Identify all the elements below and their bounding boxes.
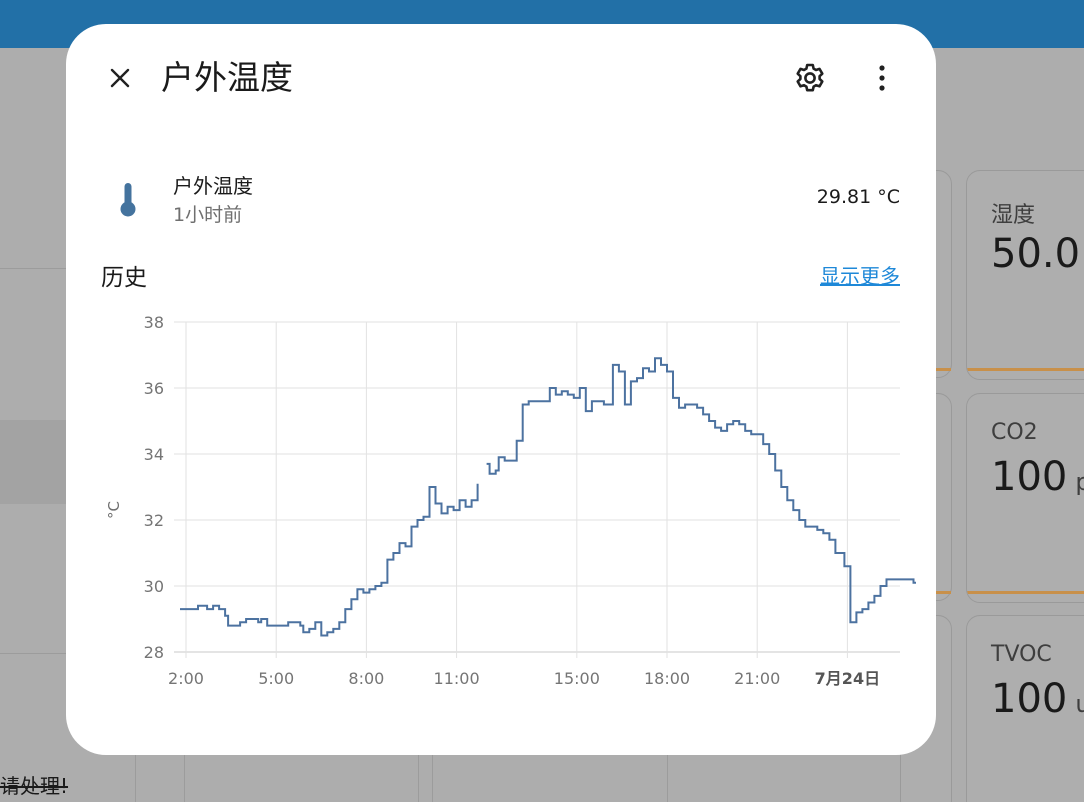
y-tick-label: 32 bbox=[144, 511, 164, 530]
struck-text: 请处理! bbox=[0, 774, 69, 798]
y-tick-label: 36 bbox=[144, 379, 164, 398]
x-tick-label: 8:00 bbox=[348, 669, 384, 688]
close-icon bbox=[110, 68, 130, 88]
background-divider bbox=[418, 755, 419, 802]
x-tick-label: 21:00 bbox=[734, 669, 780, 688]
settings-button[interactable] bbox=[786, 54, 834, 102]
sensor-card-tvoc[interactable]: TVOC 100u bbox=[966, 615, 1084, 802]
entity-row[interactable]: 户外温度 1小时前 29.81 °C bbox=[96, 164, 900, 230]
sensor-card-unit: u bbox=[1075, 690, 1084, 718]
entity-state: 29.81 °C bbox=[816, 186, 900, 208]
x-tick-label: 7月24日 bbox=[815, 669, 880, 688]
more-vertical-icon bbox=[879, 65, 885, 91]
sensor-card-unit: p bbox=[1075, 468, 1084, 496]
y-axis-label: °C bbox=[105, 501, 123, 519]
y-axis-ticks: 38 36 34 32 30 28 bbox=[144, 313, 164, 662]
y-tick-label: 30 bbox=[144, 577, 164, 596]
dialog-title: 户外温度 bbox=[161, 58, 293, 97]
more-info-dialog: 户外温度 户外温度 1小时前 29.81 °C 历史 显示更多 38 36 34 32… bbox=[66, 24, 936, 755]
x-tick-label: 11:00 bbox=[434, 669, 480, 688]
y-tick-label: 28 bbox=[144, 643, 164, 662]
close-button[interactable] bbox=[96, 54, 144, 102]
y-tick-label: 38 bbox=[144, 313, 164, 332]
background-divider bbox=[135, 755, 136, 802]
sensor-card-name: CO2 bbox=[991, 420, 1038, 445]
y-tick-label: 34 bbox=[144, 445, 164, 464]
background-divider bbox=[0, 420, 66, 504]
gear-icon bbox=[796, 63, 824, 92]
history-title: 历史 bbox=[101, 265, 147, 291]
more-menu-button[interactable] bbox=[858, 54, 906, 102]
sensor-card-name: 湿度 bbox=[991, 203, 1036, 228]
background-divider bbox=[0, 653, 66, 654]
show-more-link[interactable]: 显示更多 bbox=[820, 260, 900, 289]
background-divider bbox=[0, 268, 66, 269]
sensor-card-humidity[interactable]: 湿度 50.0 bbox=[966, 170, 1084, 380]
chart-grid bbox=[174, 321, 900, 658]
x-tick-label: 15:00 bbox=[554, 669, 600, 688]
history-chart[interactable]: 38 36 34 32 30 28 2:00 5:00 8:00 11:00 15:00 18:00… bbox=[96, 308, 916, 728]
chart-series bbox=[180, 357, 916, 637]
entity-last-changed: 1小时前 bbox=[173, 204, 243, 226]
sensor-card-value: 50.0 bbox=[991, 231, 1081, 277]
x-tick-label: 18:00 bbox=[644, 669, 690, 688]
x-axis-ticks: 2:00 5:00 8:00 11:00 15:00 18:00 21:00 7月24日 bbox=[168, 669, 880, 688]
sensor-card-value: 100p bbox=[991, 454, 1084, 500]
series-line bbox=[180, 357, 916, 637]
sensor-card-name: TVOC bbox=[991, 642, 1052, 667]
sensor-card-co2[interactable]: CO2 100p bbox=[966, 393, 1084, 603]
x-tick-label: 2:00 bbox=[168, 669, 204, 688]
entity-name: 户外温度 bbox=[173, 174, 253, 198]
thermometer-icon bbox=[120, 183, 136, 217]
sensor-card-value: 100u bbox=[991, 676, 1084, 722]
x-tick-label: 5:00 bbox=[258, 669, 294, 688]
background-divider bbox=[432, 755, 433, 802]
background-divider bbox=[667, 755, 668, 802]
background-divider bbox=[184, 755, 185, 802]
